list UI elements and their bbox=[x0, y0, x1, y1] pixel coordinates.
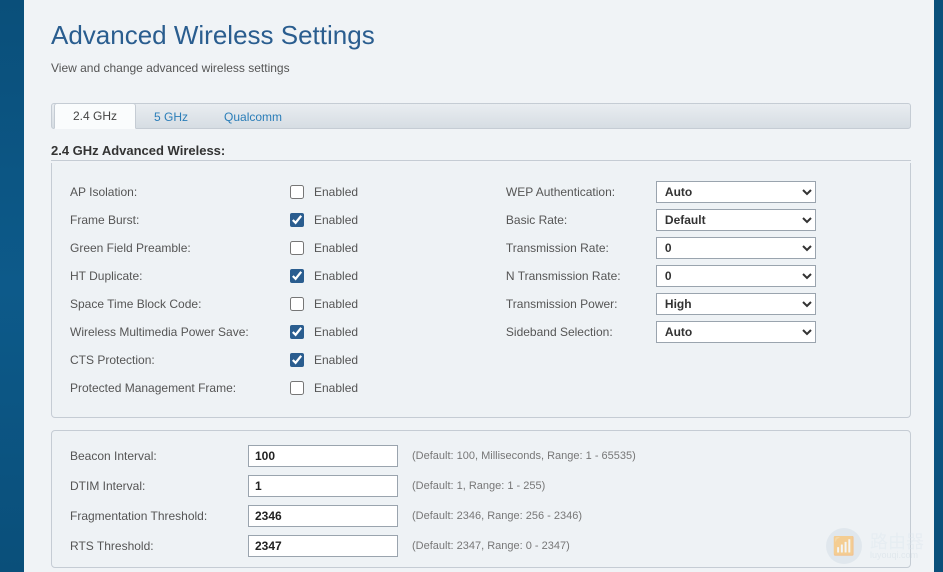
hint-beacon-interval: (Default: 100, Milliseconds, Range: 1 - … bbox=[412, 450, 636, 462]
select-wep-auth[interactable]: Auto bbox=[656, 181, 816, 203]
checkbox-label: Enabled bbox=[314, 325, 358, 339]
label-stbc: Space Time Block Code: bbox=[70, 297, 290, 311]
input-frag-threshold[interactable] bbox=[248, 505, 398, 527]
checkbox-frame-burst[interactable] bbox=[290, 213, 304, 227]
label-tx-power: Transmission Power: bbox=[506, 297, 656, 311]
row-tx-rate: Transmission Rate: 0 bbox=[506, 237, 892, 259]
tabs-bar: 2.4 GHz 5 GHz Qualcomm bbox=[51, 103, 911, 129]
row-sideband: Sideband Selection: Auto bbox=[506, 321, 892, 343]
row-stbc: Space Time Block Code: Enabled bbox=[70, 293, 476, 315]
select-tx-power[interactable]: High bbox=[656, 293, 816, 315]
row-ap-isolation: AP Isolation: Enabled bbox=[70, 181, 476, 203]
page-subtitle: View and change advanced wireless settin… bbox=[51, 61, 934, 75]
numeric-fields-panel: Beacon Interval: (Default: 100, Millisec… bbox=[51, 430, 911, 568]
checkbox-label: Enabled bbox=[314, 185, 358, 199]
label-basic-rate: Basic Rate: bbox=[506, 213, 656, 227]
row-ht-duplicate: HT Duplicate: Enabled bbox=[70, 265, 476, 287]
row-green-field: Green Field Preamble: Enabled bbox=[70, 237, 476, 259]
checkbox-label: Enabled bbox=[314, 213, 358, 227]
checkbox-label: Enabled bbox=[314, 297, 358, 311]
hint-frag-threshold: (Default: 2346, Range: 256 - 2346) bbox=[412, 510, 582, 522]
select-tx-rate[interactable]: 0 bbox=[656, 237, 816, 259]
row-basic-rate: Basic Rate: Default bbox=[506, 209, 892, 231]
select-sideband[interactable]: Auto bbox=[656, 321, 816, 343]
hint-rts-threshold: (Default: 2347, Range: 0 - 2347) bbox=[412, 540, 570, 552]
row-wmm-power-save: Wireless Multimedia Power Save: Enabled bbox=[70, 321, 476, 343]
checkbox-stbc[interactable] bbox=[290, 297, 304, 311]
label-frame-burst: Frame Burst: bbox=[70, 213, 290, 227]
label-wmm-power-save: Wireless Multimedia Power Save: bbox=[70, 325, 290, 339]
label-ht-duplicate: HT Duplicate: bbox=[70, 269, 290, 283]
checkbox-label: Enabled bbox=[314, 353, 358, 367]
row-tx-power: Transmission Power: High bbox=[506, 293, 892, 315]
checkbox-column: AP Isolation: Enabled Frame Burst: Enabl… bbox=[70, 181, 476, 399]
label-wep-auth: WEP Authentication: bbox=[506, 185, 656, 199]
label-n-tx-rate: N Transmission Rate: bbox=[506, 269, 656, 283]
input-dtim-interval[interactable] bbox=[248, 475, 398, 497]
hint-dtim-interval: (Default: 1, Range: 1 - 255) bbox=[412, 480, 545, 492]
label-beacon-interval: Beacon Interval: bbox=[70, 449, 248, 463]
checkbox-label: Enabled bbox=[314, 269, 358, 283]
advanced-wireless-panel: AP Isolation: Enabled Frame Burst: Enabl… bbox=[51, 163, 911, 418]
row-dtim-interval: DTIM Interval: (Default: 1, Range: 1 - 2… bbox=[70, 471, 892, 501]
select-basic-rate[interactable]: Default bbox=[656, 209, 816, 231]
checkbox-ht-duplicate[interactable] bbox=[290, 269, 304, 283]
label-pmf: Protected Management Frame: bbox=[70, 381, 290, 395]
label-sideband: Sideband Selection: bbox=[506, 325, 656, 339]
label-green-field: Green Field Preamble: bbox=[70, 241, 290, 255]
input-rts-threshold[interactable] bbox=[248, 535, 398, 557]
row-pmf: Protected Management Frame: Enabled bbox=[70, 377, 476, 399]
checkbox-green-field[interactable] bbox=[290, 241, 304, 255]
row-frame-burst: Frame Burst: Enabled bbox=[70, 209, 476, 231]
section-title: 2.4 GHz Advanced Wireless: bbox=[51, 143, 934, 158]
label-frag-threshold: Fragmentation Threshold: bbox=[70, 509, 248, 523]
page-container: Advanced Wireless Settings View and chan… bbox=[24, 0, 934, 572]
page-title: Advanced Wireless Settings bbox=[51, 20, 934, 51]
input-beacon-interval[interactable] bbox=[248, 445, 398, 467]
dropdown-column: WEP Authentication: Auto Basic Rate: Def… bbox=[506, 181, 892, 399]
tab-24ghz[interactable]: 2.4 GHz bbox=[54, 103, 136, 129]
label-cts-protection: CTS Protection: bbox=[70, 353, 290, 367]
checkbox-wmm-power-save[interactable] bbox=[290, 325, 304, 339]
tab-5ghz[interactable]: 5 GHz bbox=[136, 105, 206, 129]
row-beacon-interval: Beacon Interval: (Default: 100, Millisec… bbox=[70, 441, 892, 471]
label-tx-rate: Transmission Rate: bbox=[506, 241, 656, 255]
label-ap-isolation: AP Isolation: bbox=[70, 185, 290, 199]
label-dtim-interval: DTIM Interval: bbox=[70, 479, 248, 493]
checkbox-label: Enabled bbox=[314, 381, 358, 395]
select-n-tx-rate[interactable]: 0 bbox=[656, 265, 816, 287]
label-rts-threshold: RTS Threshold: bbox=[70, 539, 248, 553]
checkbox-cts-protection[interactable] bbox=[290, 353, 304, 367]
section-divider bbox=[51, 160, 911, 161]
tab-qualcomm[interactable]: Qualcomm bbox=[206, 105, 300, 129]
checkbox-pmf[interactable] bbox=[290, 381, 304, 395]
row-frag-threshold: Fragmentation Threshold: (Default: 2346,… bbox=[70, 501, 892, 531]
checkbox-ap-isolation[interactable] bbox=[290, 185, 304, 199]
row-cts-protection: CTS Protection: Enabled bbox=[70, 349, 476, 371]
row-rts-threshold: RTS Threshold: (Default: 2347, Range: 0 … bbox=[70, 531, 892, 561]
row-wep-auth: WEP Authentication: Auto bbox=[506, 181, 892, 203]
checkbox-label: Enabled bbox=[314, 241, 358, 255]
row-n-tx-rate: N Transmission Rate: 0 bbox=[506, 265, 892, 287]
